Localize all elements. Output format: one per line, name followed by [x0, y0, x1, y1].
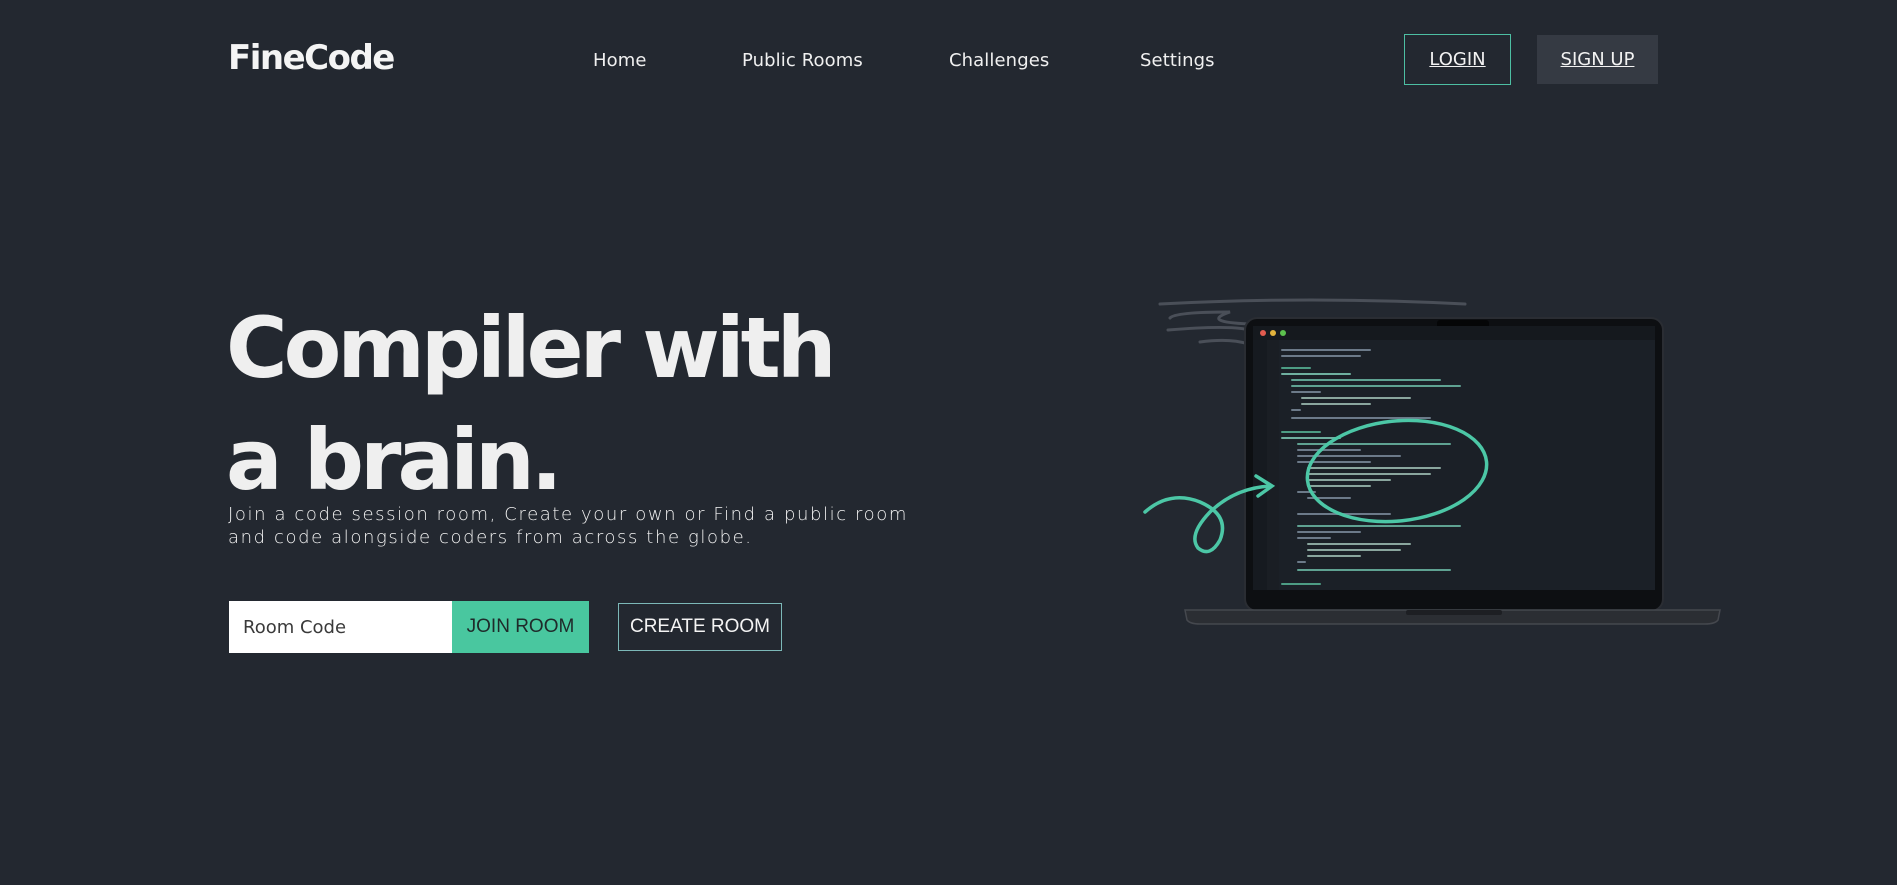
create-room-button[interactable]: CREATE ROOM	[618, 603, 782, 651]
hero-subtitle-line-1: Join a code session room, Create your ow…	[228, 504, 909, 525]
nav-settings[interactable]: Settings	[1140, 50, 1215, 71]
nav-home[interactable]: Home	[593, 50, 647, 71]
hero-title: Compiler with a brain.	[226, 292, 837, 516]
landing-page: FineCode Home Public Rooms Challenges Se…	[0, 0, 1897, 885]
laptop-with-code-icon	[1143, 298, 1721, 625]
hero-title-line-1: Compiler with	[226, 299, 837, 397]
join-room-button[interactable]: JOIN ROOM	[452, 601, 589, 653]
hero-subtitle-line-2: and code alongside coders from across th…	[228, 527, 753, 548]
nav-public-rooms[interactable]: Public Rooms	[742, 50, 863, 71]
hero-subtitle: Join a code session room, Create your ow…	[228, 503, 948, 549]
nav-challenges[interactable]: Challenges	[949, 50, 1049, 71]
login-button[interactable]: LOGIN	[1404, 34, 1511, 85]
logo[interactable]: FineCode	[228, 38, 395, 78]
hero-title-line-2: a brain.	[226, 411, 563, 509]
room-code-input[interactable]	[229, 601, 452, 653]
signup-button[interactable]: SIGN UP	[1537, 35, 1658, 84]
